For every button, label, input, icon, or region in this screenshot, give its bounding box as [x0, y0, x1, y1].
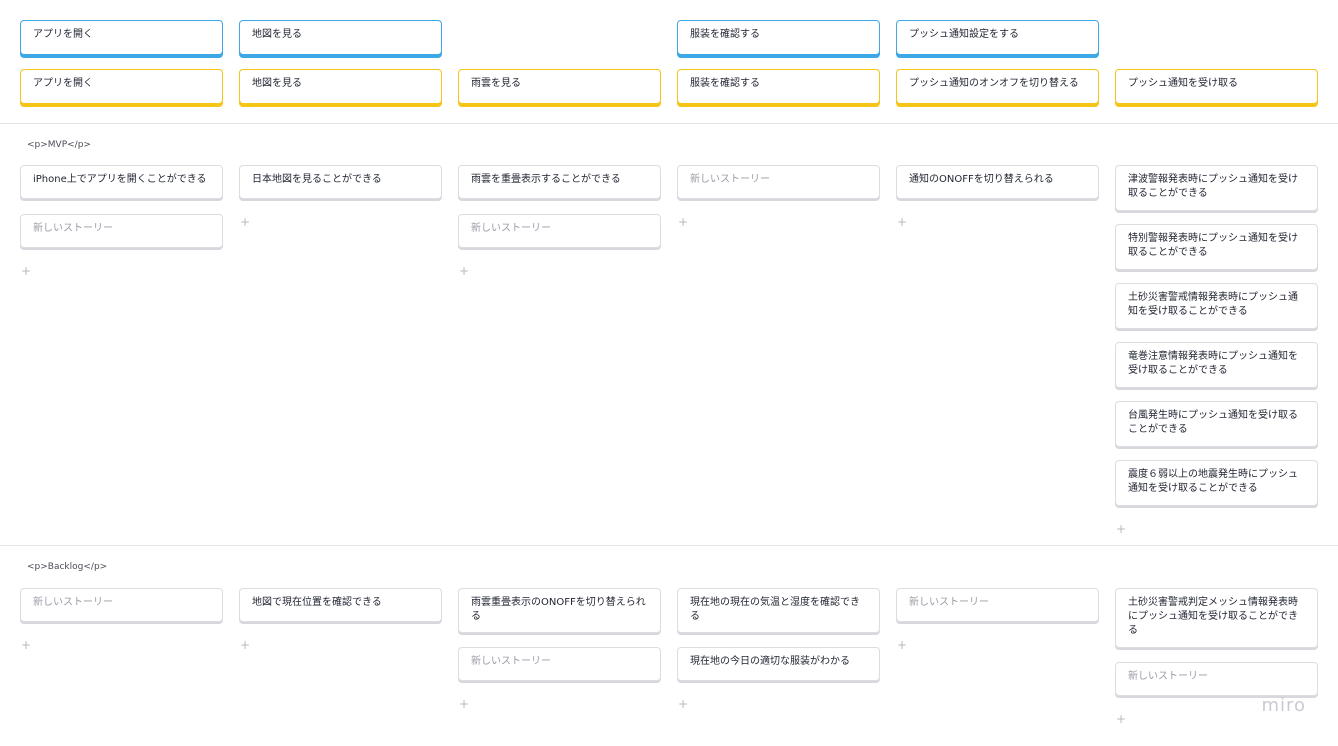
add-story-icon[interactable]: +	[897, 639, 909, 651]
story-card[interactable]: iPhone上でアプリを開くことができる	[20, 165, 223, 199]
new-story-placeholder[interactable]: 新しいストーリー	[677, 165, 880, 199]
step-card-check-clothes[interactable]: 服装を確認する	[677, 69, 880, 104]
add-story-icon[interactable]: +	[240, 639, 252, 651]
release-divider	[0, 545, 1338, 546]
activity-card-view-map[interactable]: 地図を見る	[239, 20, 442, 55]
step-card-rain-clouds[interactable]: 雨雲を見る	[458, 69, 661, 104]
story-card[interactable]: 津波警報発表時にプッシュ通知を受け取ることができる	[1115, 165, 1318, 211]
story-card[interactable]: 雨雲重畳表示のONOFFを切り替えられる	[458, 588, 661, 633]
story-card[interactable]: 現在地の現在の気温と湿度を確認できる	[677, 588, 880, 633]
story-card[interactable]: 土砂災害警戒判定メッシュ情報発表時にプッシュ通知を受け取ることができる	[1115, 588, 1318, 648]
add-story-icon[interactable]: +	[897, 216, 909, 228]
add-story-icon[interactable]: +	[459, 698, 471, 710]
add-story-icon[interactable]: +	[459, 265, 471, 277]
new-story-placeholder[interactable]: 新しいストーリー	[896, 588, 1099, 622]
activity-card-push-settings[interactable]: プッシュ通知設定をする	[896, 20, 1099, 55]
add-story-icon[interactable]: +	[678, 698, 690, 710]
story-card[interactable]: 震度６弱以上の地震発生時にプッシュ通知を受け取ることができる	[1115, 460, 1318, 506]
add-story-icon[interactable]: +	[21, 639, 33, 651]
new-story-placeholder[interactable]: 新しいストーリー	[1115, 662, 1318, 696]
activity-card-check-clothes[interactable]: 服装を確認する	[677, 20, 880, 55]
new-story-placeholder[interactable]: 新しいストーリー	[20, 214, 223, 248]
story-card[interactable]: 竜巻注意情報発表時にプッシュ通知を受け取ることができる	[1115, 342, 1318, 388]
add-story-icon[interactable]: +	[1116, 713, 1128, 725]
story-card[interactable]: 地図で現在位置を確認できる	[239, 588, 442, 622]
new-story-placeholder[interactable]: 新しいストーリー	[20, 588, 223, 622]
new-story-placeholder[interactable]: 新しいストーリー	[458, 647, 661, 681]
miro-logo: miro	[1261, 695, 1306, 716]
step-card-view-map[interactable]: 地図を見る	[239, 69, 442, 104]
add-story-icon[interactable]: +	[678, 216, 690, 228]
release-divider	[0, 123, 1338, 124]
story-card[interactable]: 現在地の今日の適切な服装がわかる	[677, 647, 880, 681]
step-card-receive-push[interactable]: プッシュ通知を受け取る	[1115, 69, 1318, 104]
release-label-mvp: <p>MVP</p>	[27, 140, 91, 150]
activity-card-open-app[interactable]: アプリを開く	[20, 20, 223, 55]
story-card[interactable]: 特別警報発表時にプッシュ通知を受け取ることができる	[1115, 224, 1318, 270]
story-card[interactable]: 雨雲を重畳表示することができる	[458, 165, 661, 199]
add-story-icon[interactable]: +	[240, 216, 252, 228]
release-label-backlog: <p>Backlog</p>	[27, 562, 108, 572]
step-card-open-app[interactable]: アプリを開く	[20, 69, 223, 104]
story-card[interactable]: 台風発生時にプッシュ通知を受け取ることができる	[1115, 401, 1318, 447]
story-card[interactable]: 土砂災害警戒情報発表時にプッシュ通知を受け取ることができる	[1115, 283, 1318, 329]
add-story-icon[interactable]: +	[21, 265, 33, 277]
step-card-toggle-push[interactable]: プッシュ通知のオンオフを切り替える	[896, 69, 1099, 104]
story-card[interactable]: 通知のONOFFを切り替えられる	[896, 165, 1099, 199]
add-story-icon[interactable]: +	[1116, 523, 1128, 535]
story-card[interactable]: 日本地図を見ることができる	[239, 165, 442, 199]
new-story-placeholder[interactable]: 新しいストーリー	[458, 214, 661, 248]
